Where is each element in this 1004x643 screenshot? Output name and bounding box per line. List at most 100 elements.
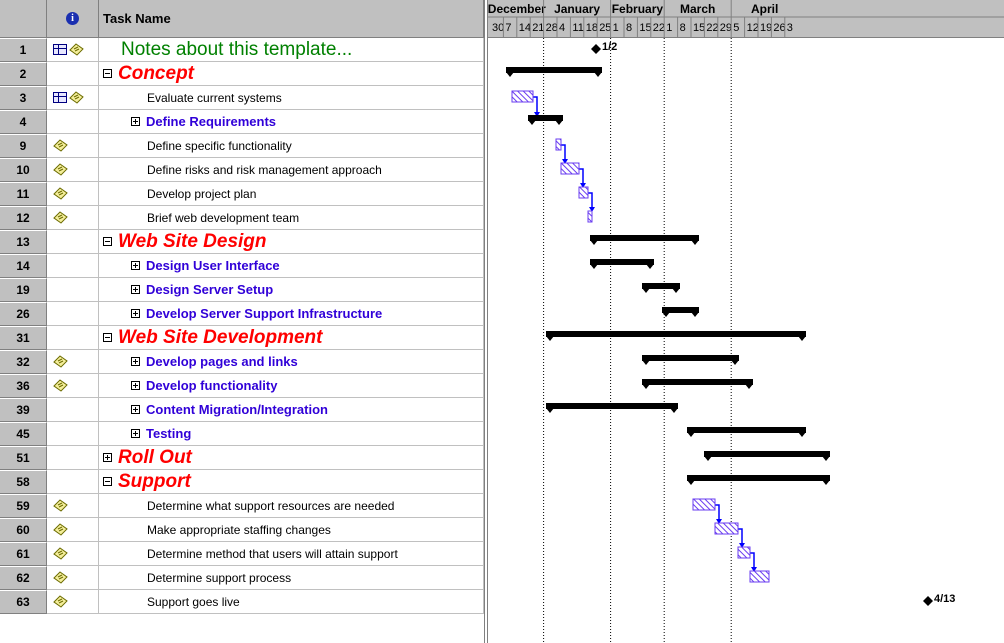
indicators-cell[interactable] (47, 494, 99, 518)
task-name-cell[interactable]: Evaluate current systems (99, 86, 484, 110)
indicators-cell[interactable] (47, 254, 99, 278)
task-name-cell[interactable]: Develop pages and links (99, 350, 484, 374)
note-icon[interactable] (53, 499, 68, 512)
expand-icon[interactable] (131, 357, 140, 366)
indicators-cell[interactable] (47, 278, 99, 302)
task-name-cell[interactable]: Design Server Setup (99, 278, 484, 302)
row-id[interactable]: 39 (0, 398, 47, 422)
row-id[interactable]: 19 (0, 278, 47, 302)
indicators-cell[interactable] (47, 206, 99, 230)
expand-icon[interactable] (131, 405, 140, 414)
row-id[interactable]: 11 (0, 182, 47, 206)
task-name-cell[interactable]: Web Site Development (99, 326, 484, 350)
row-id[interactable]: 45 (0, 422, 47, 446)
indicators-cell[interactable] (47, 38, 99, 62)
note-icon[interactable] (53, 139, 68, 152)
note-icon[interactable] (53, 379, 68, 392)
collapse-icon[interactable] (103, 333, 112, 342)
task-name-cell[interactable]: Support goes live (99, 590, 484, 614)
task-name-cell[interactable]: Develop functionality (99, 374, 484, 398)
expand-icon[interactable] (131, 309, 140, 318)
table-row[interactable]: 12 Brief web development team (0, 206, 484, 230)
note-icon[interactable] (53, 355, 68, 368)
collapse-icon[interactable] (103, 237, 112, 246)
row-id[interactable]: 32 (0, 350, 47, 374)
note-icon[interactable] (69, 43, 84, 56)
indicators-cell[interactable] (47, 422, 99, 446)
task-name-cell[interactable]: Web Site Design (99, 230, 484, 254)
task-name-cell[interactable]: Define Requirements (99, 110, 484, 134)
indicators-cell[interactable] (47, 446, 99, 470)
row-id[interactable]: 14 (0, 254, 47, 278)
row-id[interactable]: 31 (0, 326, 47, 350)
table-row[interactable]: 58 Support (0, 470, 484, 494)
row-id[interactable]: 10 (0, 158, 47, 182)
task-name-cell[interactable]: Define risks and risk management approac… (99, 158, 484, 182)
task-name-cell[interactable]: Brief web development team (99, 206, 484, 230)
task-name-cell[interactable]: Notes about this template... (99, 38, 484, 62)
expand-icon[interactable] (131, 381, 140, 390)
table-row[interactable]: 1 Notes about this template... (0, 38, 484, 62)
row-id[interactable]: 63 (0, 590, 47, 614)
table-row[interactable]: 45 Testing (0, 422, 484, 446)
row-id[interactable]: 26 (0, 302, 47, 326)
table-row[interactable]: 10 Define risks and risk management appro… (0, 158, 484, 182)
task-name-cell[interactable]: Make appropriate staffing changes (99, 518, 484, 542)
indicators-cell[interactable] (47, 134, 99, 158)
task-name-cell[interactable]: Determine method that users will attain … (99, 542, 484, 566)
task-name-cell[interactable]: Testing (99, 422, 484, 446)
row-id[interactable]: 1 (0, 38, 47, 62)
note-icon[interactable] (69, 91, 84, 104)
indicators-cell[interactable] (47, 518, 99, 542)
collapse-icon[interactable] (103, 69, 112, 78)
row-id[interactable]: 2 (0, 62, 47, 86)
indicators-cell[interactable] (47, 542, 99, 566)
indicators-cell[interactable] (47, 302, 99, 326)
task-name-cell[interactable]: Support (99, 470, 484, 494)
indicators-cell[interactable] (47, 566, 99, 590)
table-note-icon[interactable] (53, 44, 67, 55)
table-row[interactable]: 2 Concept (0, 62, 484, 86)
indicators-cell[interactable] (47, 110, 99, 134)
note-icon[interactable] (53, 571, 68, 584)
task-name-cell[interactable]: Determine what support resources are nee… (99, 494, 484, 518)
row-id[interactable]: 36 (0, 374, 47, 398)
row-id[interactable]: 4 (0, 110, 47, 134)
expand-icon[interactable] (131, 429, 140, 438)
row-id[interactable]: 9 (0, 134, 47, 158)
table-row[interactable]: 14 Design User Interface (0, 254, 484, 278)
task-name-header[interactable]: Task Name (99, 0, 484, 38)
indicators-cell[interactable] (47, 350, 99, 374)
note-icon[interactable] (53, 523, 68, 536)
indicators-cell[interactable] (47, 158, 99, 182)
row-id[interactable]: 58 (0, 470, 47, 494)
note-icon[interactable] (53, 211, 68, 224)
table-row[interactable]: 32 Develop pages and links (0, 350, 484, 374)
indicators-cell[interactable] (47, 86, 99, 110)
expand-icon[interactable] (131, 285, 140, 294)
task-name-cell[interactable]: Concept (99, 62, 484, 86)
indicators-cell[interactable] (47, 182, 99, 206)
indicators-cell[interactable] (47, 230, 99, 254)
expand-icon[interactable] (103, 453, 112, 462)
table-row[interactable]: 9 Define specific functionality (0, 134, 484, 158)
task-name-cell[interactable]: Develop Server Support Infrastructure (99, 302, 484, 326)
table-note-icon[interactable] (53, 92, 67, 103)
task-name-cell[interactable]: Roll Out (99, 446, 484, 470)
task-name-cell[interactable]: Define specific functionality (99, 134, 484, 158)
indicators-cell[interactable] (47, 62, 99, 86)
task-name-cell[interactable]: Design User Interface (99, 254, 484, 278)
table-row[interactable]: 60 Make appropriate staffing changes (0, 518, 484, 542)
table-row[interactable]: 63 Support goes live (0, 590, 484, 614)
expand-icon[interactable] (131, 261, 140, 270)
row-id[interactable]: 13 (0, 230, 47, 254)
table-row[interactable]: 4 Define Requirements (0, 110, 484, 134)
table-row[interactable]: 36 Develop functionality (0, 374, 484, 398)
indicators-cell[interactable] (47, 590, 99, 614)
table-row[interactable]: 26 Develop Server Support Infrastructure (0, 302, 484, 326)
table-row[interactable]: 19 Design Server Setup (0, 278, 484, 302)
row-id[interactable]: 51 (0, 446, 47, 470)
task-name-cell[interactable]: Content Migration/Integration (99, 398, 484, 422)
task-name-cell[interactable]: Determine support process (99, 566, 484, 590)
note-icon[interactable] (53, 187, 68, 200)
